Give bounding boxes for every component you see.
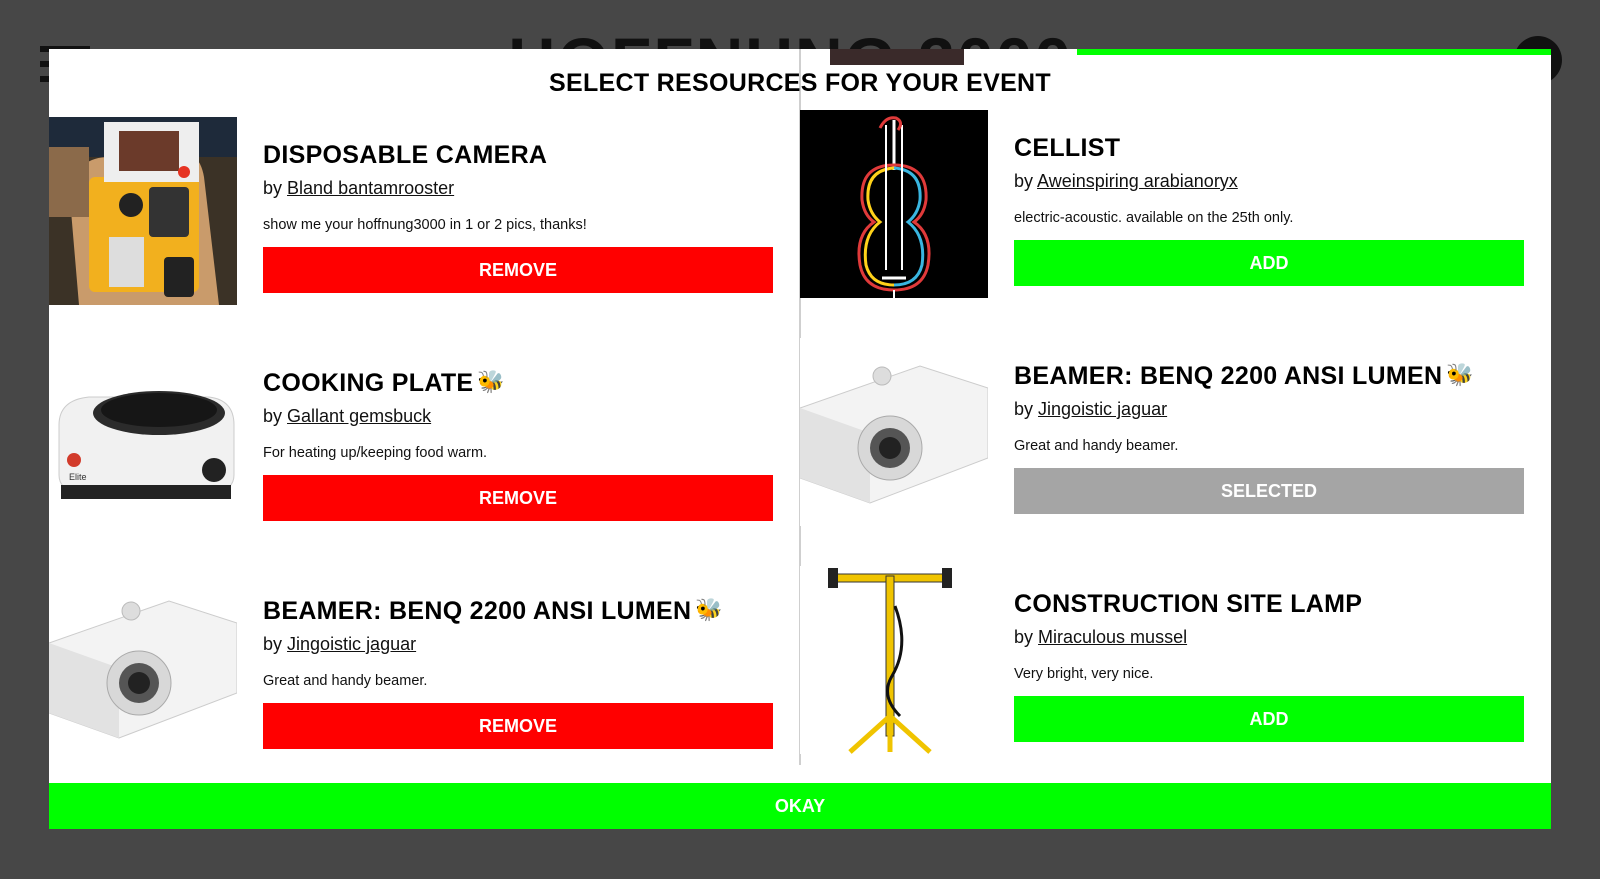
add-button[interactable]: ADD [1014,696,1524,742]
selected-button[interactable]: SELECTED [1014,468,1524,514]
bee-icon: 🐝 [477,369,506,394]
resource-name: BEAMER: BENQ 2200 ANSI LUMEN 🐝 [1014,362,1475,390]
resource-owner-line: by Jingoistic jaguar [263,634,417,654]
resource-owner-line: by Bland bantamrooster [263,178,455,198]
resource-owner-line: by Miraculous mussel [1014,627,1188,647]
resource-description: For heating up/keeping food warm. [263,445,488,461]
bee-icon: 🐝 [1446,362,1475,387]
remove-button[interactable]: REMOVE [263,703,773,749]
resource-description: electric-acoustic. available on the 25th… [1014,210,1294,226]
svg-text:Elite: Elite [69,472,87,482]
resource-name: DISPOSABLE CAMERA [263,141,548,169]
cooking-plate-image: Elite [49,345,237,533]
owner-link[interactable]: Jingoistic jaguar [1038,399,1167,419]
add-button[interactable]: ADD [1014,240,1524,286]
resource-card: Elite COOKING PLATE 🐝 by Gallant gemsbuck… [49,345,779,535]
resource-owner-line: by Jingoistic jaguar [1014,399,1168,419]
resource-card: BEAMER: BENQ 2200 ANSI LUMEN 🐝 by Jingois… [800,338,1530,528]
resource-owner-line: by Aweinspiring arabianoryx [1014,171,1238,191]
owner-link[interactable]: Bland bantamrooster [287,178,454,198]
resource-description: Very bright, very nice. [1014,666,1154,682]
remove-button[interactable]: REMOVE [263,247,773,293]
okay-button[interactable]: OKAY [49,783,1551,829]
resource-description: Great and handy beamer. [1014,438,1179,454]
resource-name: COOKING PLATE 🐝 [263,369,506,397]
scrolled-image-peek [830,49,964,65]
resource-owner-line: by Gallant gemsbuck [263,406,432,426]
resource-card: CELLIST by Aweinspiring arabianoryx elec… [800,110,1530,300]
resource-name: CELLIST [1014,134,1121,162]
owner-link[interactable]: Miraculous mussel [1038,627,1187,647]
resource-selection-modal: SELECT RESOURCES FOR YOUR EVENT DISPOSAB… [49,49,1551,829]
disposable-camera-image [49,117,237,305]
resource-description: Great and handy beamer. [263,673,428,689]
owner-link[interactable]: Aweinspiring arabianoryx [1037,171,1238,191]
owner-link[interactable]: Gallant gemsbuck [287,406,431,426]
resource-card: BEAMER: BENQ 2200 ANSI LUMEN 🐝 by Jingois… [49,573,779,763]
construction-lamp-image [800,566,988,754]
owner-link[interactable]: Jingoistic jaguar [287,634,416,654]
cello-image [800,110,988,298]
projector-image [49,573,237,761]
resource-name: BEAMER: BENQ 2200 ANSI LUMEN 🐝 [263,597,724,625]
remove-button[interactable]: REMOVE [263,475,773,521]
bee-icon: 🐝 [695,597,724,622]
scrolled-button-peek [1077,49,1551,55]
resource-name: CONSTRUCTION SITE LAMP [1014,590,1363,618]
resource-card: CONSTRUCTION SITE LAMP by Miraculous mus… [800,566,1530,756]
resource-card: DISPOSABLE CAMERA by Bland bantamrooster… [49,117,779,307]
modal-title: SELECT RESOURCES FOR YOUR EVENT [549,69,1051,97]
resource-description: show me your hoffnung3000 in 1 or 2 pics… [263,217,587,233]
projector-image [800,338,988,526]
